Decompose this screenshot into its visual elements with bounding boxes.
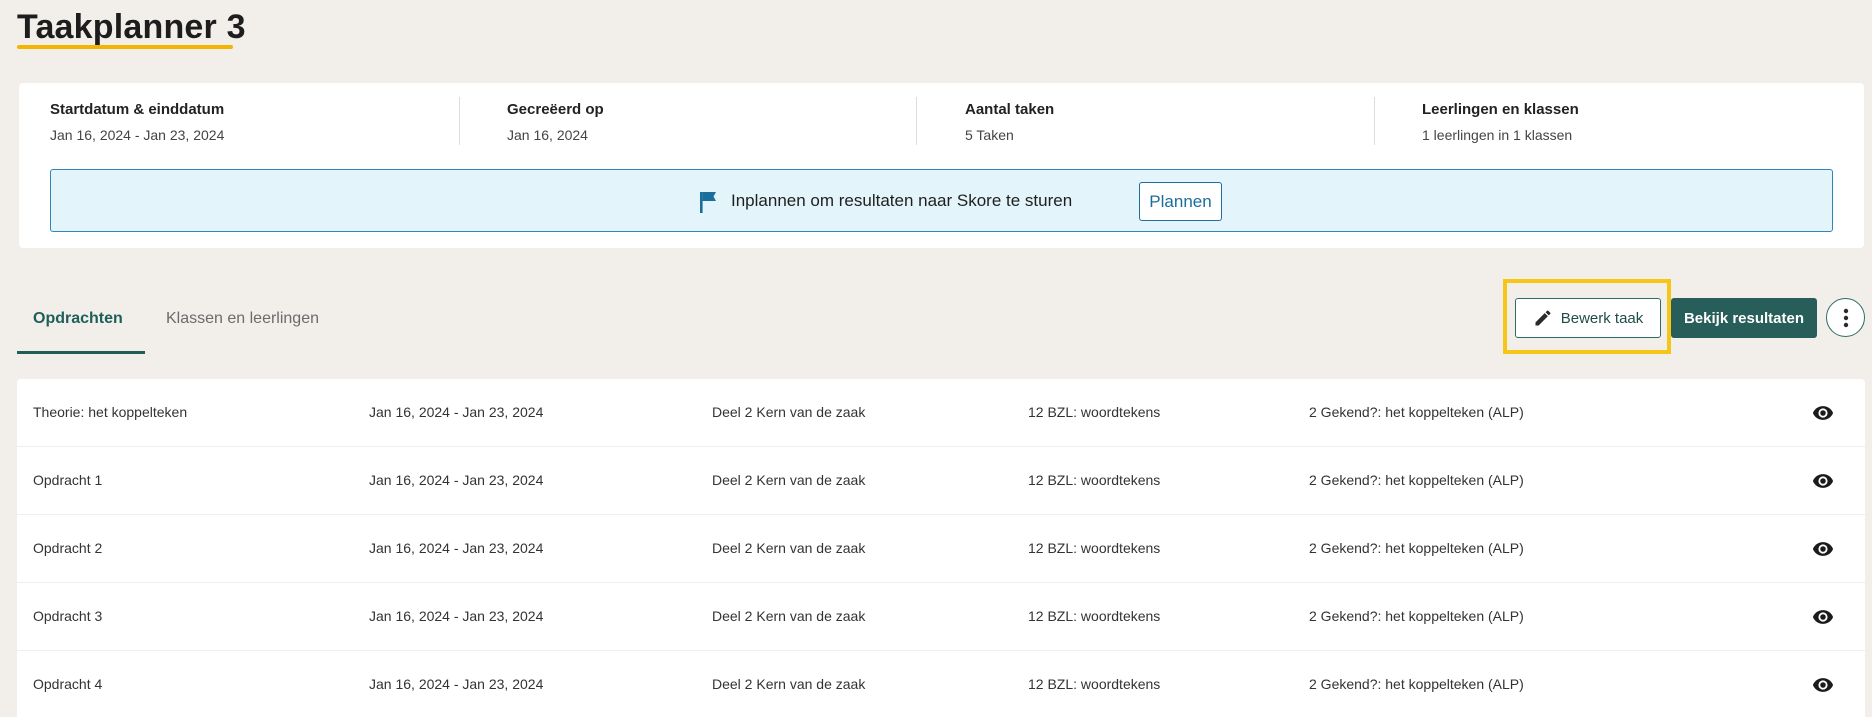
tab-opdrachten[interactable]: Opdrachten	[33, 310, 123, 328]
page-title: Taakplanner 3	[17, 8, 246, 46]
eye-icon[interactable]	[1811, 606, 1835, 628]
divider	[916, 97, 917, 145]
task-table: Theorie: het koppelteken Jan 16, 2024 - …	[17, 379, 1865, 717]
eye-icon[interactable]	[1811, 402, 1835, 424]
task-dates: Jan 16, 2024 - Jan 23, 2024	[369, 608, 544, 624]
summary-card: Startdatum & einddatum Jan 16, 2024 - Ja…	[19, 83, 1864, 248]
task-lesson: 2 Gekend?: het koppelteken (ALP)	[1309, 676, 1524, 692]
task-book: Deel 2 Kern van de zaak	[712, 540, 866, 556]
table-row: Opdracht 2 Jan 16, 2024 - Jan 23, 2024 D…	[17, 515, 1865, 583]
title-underline	[17, 45, 233, 49]
flag-icon	[700, 192, 716, 213]
task-chapter: 12 BZL: woordtekens	[1028, 676, 1161, 692]
task-name: Theorie: het koppelteken	[33, 404, 188, 420]
eye-icon[interactable]	[1811, 674, 1835, 696]
divider	[1374, 97, 1375, 145]
more-options-button[interactable]	[1826, 298, 1865, 337]
task-book: Deel 2 Kern van de zaak	[712, 676, 866, 692]
task-chapter: 12 BZL: woordtekens	[1028, 608, 1161, 624]
summary-label: Startdatum & einddatum	[50, 101, 225, 118]
divider	[459, 97, 460, 145]
summary-label: Leerlingen en klassen	[1422, 101, 1579, 118]
summary-value: 5 Taken	[965, 127, 1014, 143]
eye-icon[interactable]	[1811, 470, 1835, 492]
task-name: Opdracht 3	[33, 608, 103, 624]
task-chapter: 12 BZL: woordtekens	[1028, 472, 1161, 488]
summary-value: 1 leerlingen in 1 klassen	[1422, 127, 1573, 143]
view-results-button[interactable]: Bekijk resultaten	[1671, 298, 1817, 338]
task-lesson: 2 Gekend?: het koppelteken (ALP)	[1309, 472, 1524, 488]
task-name: Opdracht 1	[33, 472, 103, 488]
task-name: Opdracht 2	[33, 540, 103, 556]
active-tab-indicator	[17, 351, 145, 354]
plan-button[interactable]: Plannen	[1139, 182, 1222, 221]
table-row: Theorie: het koppelteken Jan 16, 2024 - …	[17, 379, 1865, 447]
summary-value: Jan 16, 2024 - Jan 23, 2024	[50, 127, 225, 143]
edit-task-label: Bewerk taak	[1560, 309, 1644, 327]
task-name: Opdracht 4	[33, 676, 103, 692]
table-row: Opdracht 3 Jan 16, 2024 - Jan 23, 2024 D…	[17, 583, 1865, 651]
vertical-dots-icon	[1843, 308, 1848, 327]
table-row: Opdracht 1 Jan 16, 2024 - Jan 23, 2024 D…	[17, 447, 1865, 515]
task-lesson: 2 Gekend?: het koppelteken (ALP)	[1309, 404, 1524, 420]
task-dates: Jan 16, 2024 - Jan 23, 2024	[369, 472, 544, 488]
tab-klassen-en-leerlingen[interactable]: Klassen en leerlingen	[166, 310, 319, 328]
eye-icon[interactable]	[1811, 538, 1835, 560]
summary-label: Aantal taken	[965, 101, 1055, 118]
table-row: Opdracht 4 Jan 16, 2024 - Jan 23, 2024 D…	[17, 651, 1865, 717]
schedule-banner: Inplannen om resultaten naar Skore te st…	[50, 169, 1833, 232]
edit-task-button[interactable]: Bewerk taak	[1515, 298, 1661, 338]
task-dates: Jan 16, 2024 - Jan 23, 2024	[369, 540, 544, 556]
pencil-icon	[1535, 310, 1551, 326]
summary-label: Gecreëerd op	[507, 101, 604, 118]
task-lesson: 2 Gekend?: het koppelteken (ALP)	[1309, 608, 1524, 624]
banner-text: Inplannen om resultaten naar Skore te st…	[731, 191, 1073, 210]
task-chapter: 12 BZL: woordtekens	[1028, 540, 1161, 556]
task-book: Deel 2 Kern van de zaak	[712, 404, 866, 420]
task-chapter: 12 BZL: woordtekens	[1028, 404, 1161, 420]
task-dates: Jan 16, 2024 - Jan 23, 2024	[369, 404, 544, 420]
task-book: Deel 2 Kern van de zaak	[712, 608, 866, 624]
task-book: Deel 2 Kern van de zaak	[712, 472, 866, 488]
summary-value: Jan 16, 2024	[507, 127, 588, 143]
task-dates: Jan 16, 2024 - Jan 23, 2024	[369, 676, 544, 692]
task-lesson: 2 Gekend?: het koppelteken (ALP)	[1309, 540, 1524, 556]
